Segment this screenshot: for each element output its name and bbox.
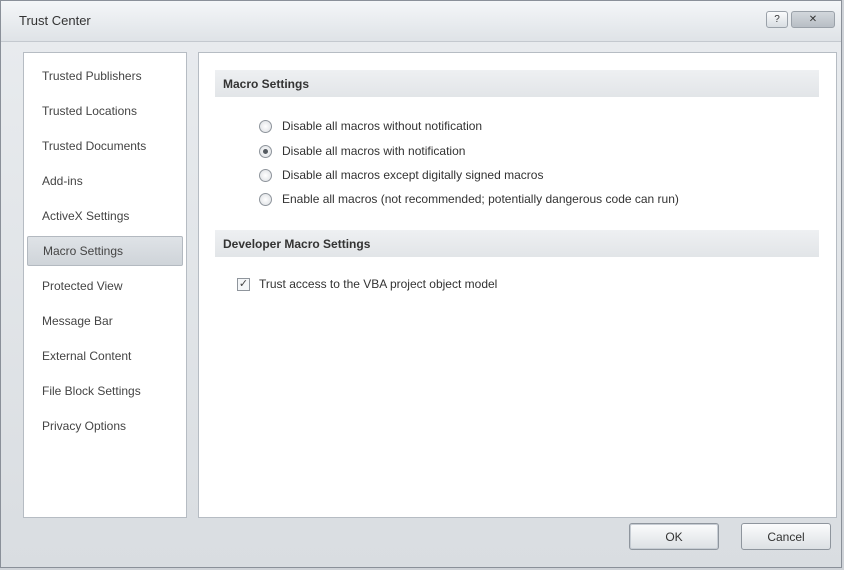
radio-label: Enable all macros (not recommended; pote… <box>282 192 679 206</box>
radio-disable-without-notification[interactable]: Disable all macros without notification <box>259 116 482 136</box>
sidebar-item-label: Trusted Locations <box>42 104 137 118</box>
title-buttons: ? ✕ <box>766 11 835 28</box>
radio-button-selected[interactable] <box>259 144 272 158</box>
sidebar-item-label: Protected View <box>42 279 123 293</box>
close-icon[interactable]: ✕ <box>791 11 835 28</box>
sidebar-item-protected-view[interactable]: Protected View <box>27 271 183 301</box>
sidebar-item-label: Message Bar <box>42 314 113 328</box>
checkbox-checked[interactable]: ✓ <box>237 277 250 291</box>
radio-label: Disable all macros except digitally sign… <box>282 168 544 182</box>
settings-panel: Macro Settings Disable all macros withou… <box>198 52 837 518</box>
trust-center-dialog: Trust Center ? ✕ Trusted Publishers Trus… <box>0 0 842 568</box>
sidebar-item-external-content[interactable]: External Content <box>27 341 183 371</box>
sidebar: Trusted Publishers Trusted Locations Tru… <box>23 52 187 518</box>
window-title: Trust Center <box>19 13 91 28</box>
trust-vba-checkbox-row[interactable]: ✓ Trust access to the VBA project object… <box>237 274 497 294</box>
radio-enable-all-macros[interactable]: Enable all macros (not recommended; pote… <box>259 189 679 209</box>
sidebar-item-label: Trusted Documents <box>42 139 147 153</box>
radio-label: Disable all macros without notification <box>282 119 483 133</box>
sidebar-item-file-block-settings[interactable]: File Block Settings <box>27 376 183 406</box>
sidebar-item-label: ActiveX Settings <box>42 209 130 223</box>
radio-button[interactable] <box>259 192 272 206</box>
sidebar-item-label: Macro Settings <box>43 244 124 258</box>
sidebar-item-trusted-documents[interactable]: Trusted Documents <box>27 131 183 161</box>
cancel-button[interactable]: Cancel <box>741 523 831 550</box>
checkbox-label: Trust access to the VBA project object m… <box>259 277 498 291</box>
sidebar-item-trusted-locations[interactable]: Trusted Locations <box>27 96 183 126</box>
sidebar-item-macro-settings[interactable]: Macro Settings <box>27 236 183 266</box>
radio-button[interactable] <box>259 119 272 133</box>
help-icon[interactable]: ? <box>766 11 788 28</box>
sidebar-item-privacy-options[interactable]: Privacy Options <box>27 411 183 441</box>
radio-label: Disable all macros with notification <box>282 144 466 158</box>
title-bar: Trust Center ? ✕ <box>1 1 841 42</box>
sidebar-item-label: Privacy Options <box>42 419 127 433</box>
sidebar-item-message-bar[interactable]: Message Bar <box>27 306 183 336</box>
sidebar-item-label: Trusted Publishers <box>42 69 142 83</box>
sidebar-item-trusted-publishers[interactable]: Trusted Publishers <box>27 61 183 91</box>
developer-settings-header: Developer Macro Settings <box>215 230 819 257</box>
radio-button[interactable] <box>259 168 272 182</box>
radio-disable-with-notification[interactable]: Disable all macros with notification <box>259 141 465 161</box>
sidebar-item-label: File Block Settings <box>42 384 141 398</box>
macro-settings-header: Macro Settings <box>215 70 819 97</box>
radio-disable-except-signed[interactable]: Disable all macros except digitally sign… <box>259 165 543 185</box>
sidebar-item-add-ins[interactable]: Add-ins <box>27 166 183 196</box>
sidebar-item-label: External Content <box>42 349 132 363</box>
sidebar-item-activex-settings[interactable]: ActiveX Settings <box>27 201 183 231</box>
ok-button[interactable]: OK <box>629 523 719 550</box>
sidebar-item-label: Add-ins <box>42 174 83 188</box>
